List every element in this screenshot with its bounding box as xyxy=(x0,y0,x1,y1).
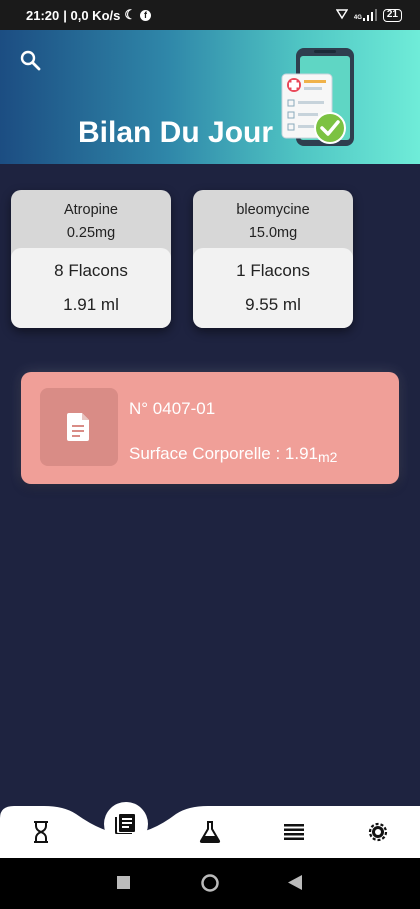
search-icon[interactable] xyxy=(18,48,42,72)
drug-name: Atropine xyxy=(63,202,118,218)
drug-volume: 9.55 ml xyxy=(245,295,301,314)
bottom-navigation xyxy=(0,796,420,858)
system-navigation-bar xyxy=(0,858,420,909)
wifi-icon xyxy=(335,8,349,23)
drug-volume: 1.91 ml xyxy=(63,295,119,314)
document-icon[interactable] xyxy=(104,802,148,846)
drug-card-atropine[interactable]: Atropine 0.25mg 8 Flacons 1.91 ml xyxy=(11,190,171,328)
drug-details: 8 Flacons 1.91 ml xyxy=(11,248,171,328)
network-type: 4G xyxy=(353,15,362,21)
body-surface-value: Surface Corporelle : 1.91 xyxy=(129,444,318,463)
signal-icon: 4G xyxy=(354,9,377,21)
status-bar: 21:20 | 0,0 Ko/s ☾ f 4G 21 xyxy=(0,0,420,30)
patient-number: N° 0407-01 xyxy=(129,399,216,418)
flask-icon[interactable] xyxy=(196,818,224,846)
drug-flacons: 8 Flacons xyxy=(54,261,128,280)
status-speed: | 0,0 Ko/s xyxy=(63,7,121,23)
body-surface-unit: m2 xyxy=(318,449,338,465)
drug-details: 1 Flacons 9.55 ml xyxy=(193,248,353,328)
back-button[interactable] xyxy=(288,875,302,895)
facebook-icon: f xyxy=(140,9,152,21)
medical-report-illustration xyxy=(276,44,362,154)
header-banner: Bilan Du Jour xyxy=(0,30,420,164)
status-left: 21:20 | 0,0 Ko/s ☾ f xyxy=(26,7,152,23)
drug-flacons: 1 Flacons xyxy=(236,261,310,280)
status-right: 4G 21 xyxy=(335,8,402,23)
drug-name: bleomycine xyxy=(236,202,310,218)
home-button[interactable] xyxy=(201,874,219,897)
document-icon xyxy=(40,388,118,466)
body-surface-area: Surface Corporelle : 1.91m2 xyxy=(129,444,338,465)
status-time: 21:20 xyxy=(26,7,60,23)
patient-card[interactable]: N° 0407-01 Surface Corporelle : 1.91m2 xyxy=(21,372,399,484)
drug-card-bleomycine[interactable]: bleomycine 15.0mg 1 Flacons 9.55 ml xyxy=(193,190,353,328)
list-icon[interactable] xyxy=(280,818,308,846)
moon-icon: ☾ xyxy=(124,7,137,22)
gear-icon[interactable] xyxy=(364,818,392,846)
drug-dose: 15.0mg xyxy=(248,225,298,241)
drug-dose: 0.25mg xyxy=(66,225,116,241)
hourglass-icon[interactable] xyxy=(27,818,55,846)
page-title: Bilan Du Jour xyxy=(78,116,274,149)
recent-apps-button[interactable] xyxy=(117,876,130,894)
battery-indicator: 21 xyxy=(382,8,402,22)
